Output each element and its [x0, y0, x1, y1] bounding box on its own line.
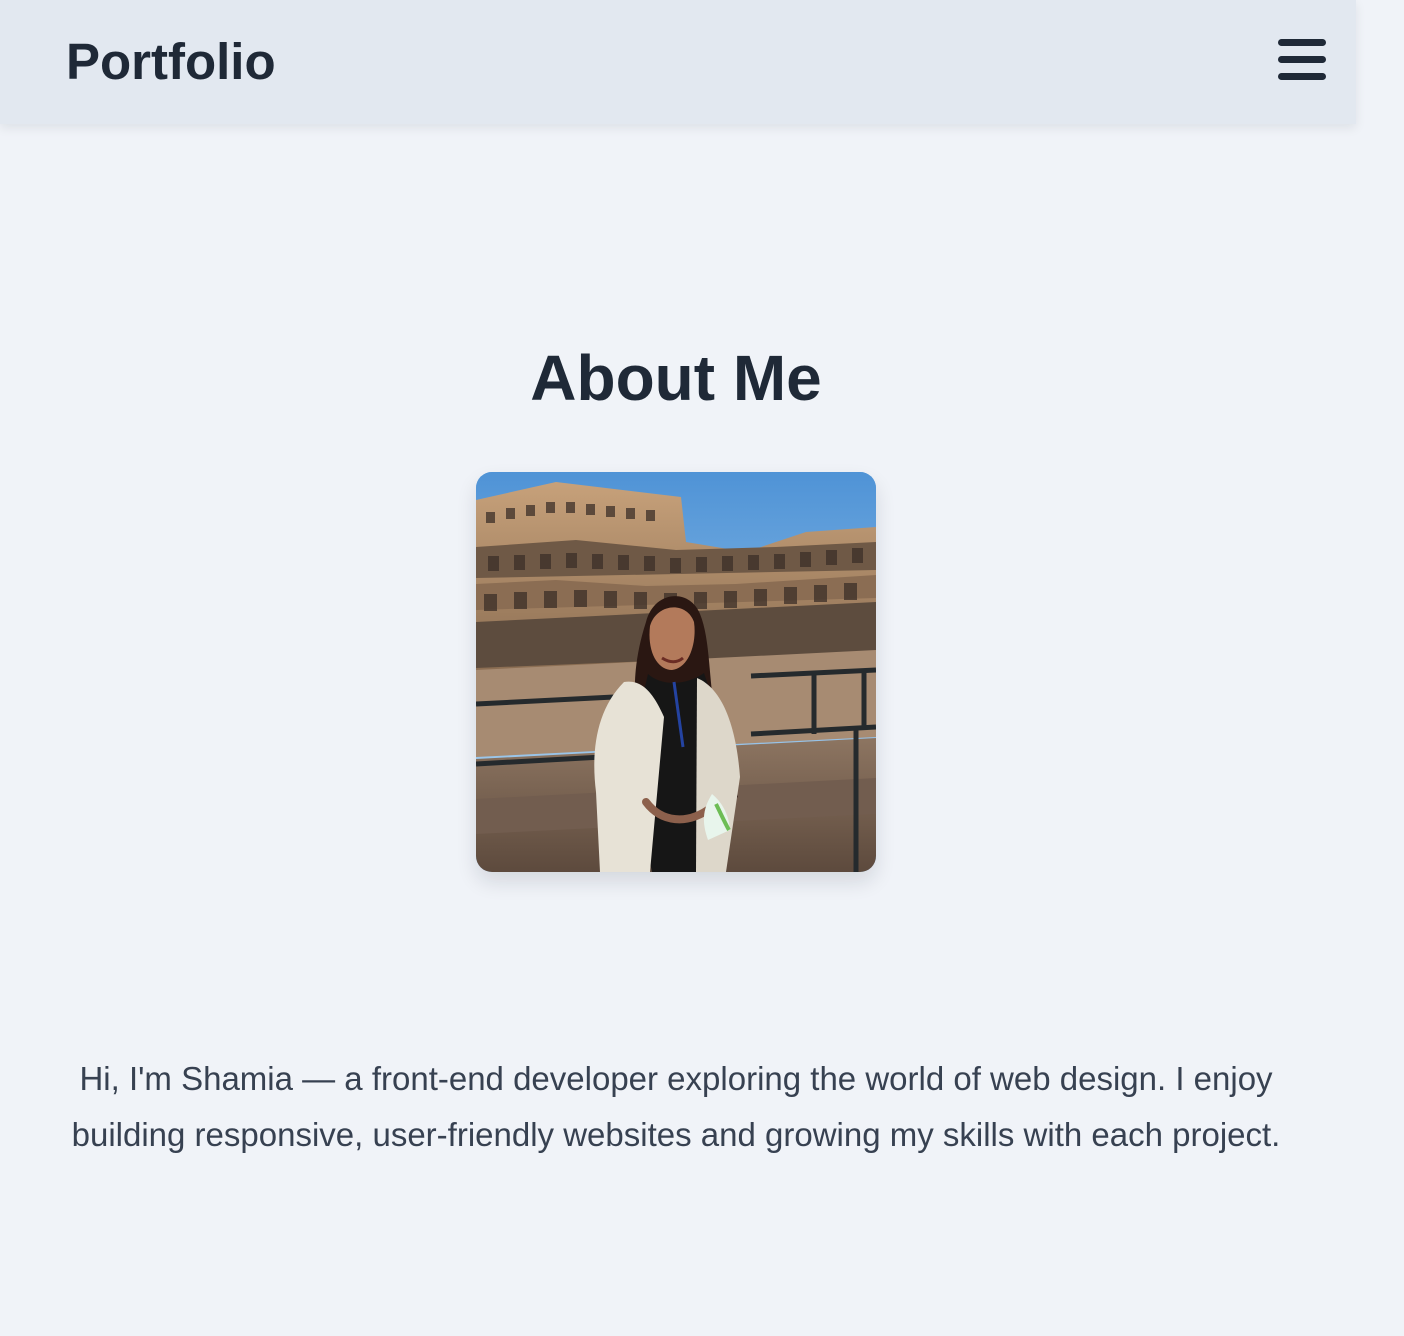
menu-line-icon — [1278, 39, 1326, 46]
profile-photo-image — [476, 472, 876, 872]
menu-line-icon — [1278, 73, 1326, 80]
site-header: Portfolio — [0, 0, 1356, 124]
hamburger-menu-button[interactable] — [1278, 38, 1328, 82]
section-title: About Me — [530, 341, 822, 414]
about-section: About Me Hi, I'm Shamia — a front-end de… — [0, 124, 1356, 1336]
site-logo[interactable]: Portfolio — [66, 33, 276, 91]
profile-photo — [476, 472, 876, 872]
page-right-gutter — [1356, 0, 1404, 1336]
intro-paragraph: Hi, I'm Shamia — a front-end developer e… — [71, 1060, 1281, 1153]
menu-line-icon — [1278, 56, 1326, 63]
